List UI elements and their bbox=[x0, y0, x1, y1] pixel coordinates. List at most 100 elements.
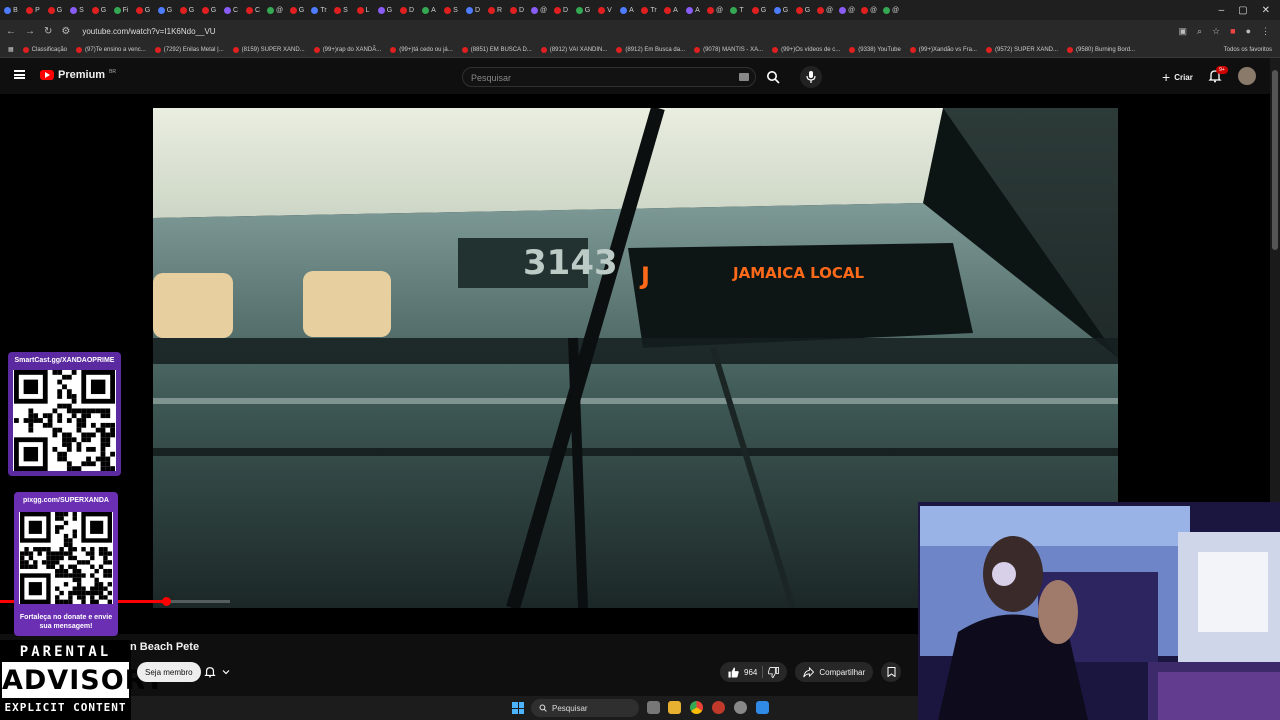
bookmark-item[interactable]: (99+)tá cedo ou já... bbox=[390, 46, 453, 53]
browser-tab[interactable]: G bbox=[792, 2, 814, 18]
thumbs-down-icon[interactable] bbox=[768, 666, 780, 678]
create-button[interactable]: + Criar bbox=[1156, 68, 1199, 86]
browser-tab[interactable]: T bbox=[726, 2, 748, 18]
browser-tab[interactable]: G bbox=[770, 2, 792, 18]
maximize-icon[interactable]: ▢ bbox=[1238, 5, 1247, 16]
bookmark-item[interactable]: (9580) Burning Bord... bbox=[1067, 46, 1135, 53]
avatar[interactable] bbox=[1238, 67, 1256, 85]
browser-tab[interactable]: A bbox=[660, 2, 682, 18]
browser-tab[interactable]: L bbox=[352, 2, 374, 18]
browser-tab[interactable]: C bbox=[220, 2, 242, 18]
bookmark-item[interactable]: (9338) YouTube bbox=[849, 46, 901, 53]
browser-tab[interactable]: @ bbox=[836, 2, 858, 18]
progress-scrubber[interactable] bbox=[161, 597, 171, 606]
extension-icon[interactable]: ■ bbox=[1230, 26, 1235, 37]
windows-start-icon[interactable] bbox=[512, 702, 524, 714]
search-button[interactable] bbox=[762, 67, 784, 87]
join-member-button[interactable]: Seja membro bbox=[137, 662, 201, 682]
bookmark-item[interactable]: (9078) MANTIS - XA... bbox=[694, 46, 763, 53]
parental-advisory-label: PARENTAL ADVISORY EXPLICIT CONTENT bbox=[0, 640, 165, 720]
browser-tab[interactable]: G bbox=[44, 2, 66, 18]
browser-tab[interactable]: G bbox=[198, 2, 220, 18]
browser-tab[interactable]: A bbox=[418, 2, 440, 18]
browser-tab[interactable]: G bbox=[154, 2, 176, 18]
settings-icon[interactable] bbox=[734, 701, 747, 714]
back-icon[interactable]: ← bbox=[6, 26, 16, 37]
browser-tab[interactable]: G bbox=[176, 2, 198, 18]
install-icon[interactable]: ▣ bbox=[1178, 26, 1187, 37]
browser-tab[interactable]: V bbox=[594, 2, 616, 18]
bookmark-item[interactable]: (97)Te ensino a venc... bbox=[76, 46, 146, 53]
search-input[interactable] bbox=[463, 69, 723, 87]
browser-tab[interactable]: P bbox=[22, 2, 44, 18]
bookmark-item[interactable]: Classificação bbox=[22, 46, 67, 53]
share-button[interactable]: Compartilhar bbox=[795, 662, 874, 682]
reload-icon[interactable]: ↻ bbox=[44, 26, 52, 37]
forward-icon[interactable]: → bbox=[25, 26, 35, 37]
voice-search-button[interactable] bbox=[800, 66, 822, 88]
browser-tab[interactable]: S bbox=[330, 2, 352, 18]
taskbar-search[interactable]: Pesquisar bbox=[531, 699, 639, 717]
browser-tab[interactable]: G bbox=[374, 2, 396, 18]
browser-tab[interactable]: G bbox=[572, 2, 594, 18]
menu-icon[interactable] bbox=[14, 70, 25, 79]
like-button[interactable]: 964 bbox=[728, 666, 757, 678]
bookmark-item[interactable]: (8912) Em Busca da... bbox=[616, 46, 685, 53]
bookmark-item[interactable]: (99+)rap do XANDÃ... bbox=[313, 46, 381, 53]
browser-tab[interactable]: A bbox=[682, 2, 704, 18]
youtube-logo[interactable]: Premium BR bbox=[40, 69, 116, 81]
browser-tab[interactable]: G bbox=[748, 2, 770, 18]
browser-tab[interactable]: @ bbox=[880, 2, 902, 18]
minimize-icon[interactable]: – bbox=[1219, 5, 1225, 16]
task-view-icon[interactable] bbox=[647, 701, 660, 714]
browser-tab[interactable]: @ bbox=[264, 2, 286, 18]
browser-tab[interactable]: Tr bbox=[308, 2, 330, 18]
browser-tab[interactable]: D bbox=[462, 2, 484, 18]
browser-tab[interactable]: B bbox=[0, 2, 22, 18]
browser-tab[interactable]: D bbox=[506, 2, 528, 18]
tab-favicon-icon bbox=[620, 6, 628, 14]
app-icon-blue[interactable] bbox=[756, 701, 769, 714]
file-explorer-icon[interactable] bbox=[668, 701, 681, 714]
scrollbar-thumb[interactable] bbox=[1272, 70, 1278, 250]
bookmark-item[interactable]: (99+)Xandão vs Fra... bbox=[909, 46, 977, 53]
chrome-icon[interactable] bbox=[690, 701, 703, 714]
bookmark-item[interactable]: (99+)Os vídeos de c... bbox=[772, 46, 840, 53]
browser-tab[interactable]: G bbox=[88, 2, 110, 18]
all-favorites[interactable]: Todos os favoritos bbox=[1224, 47, 1280, 53]
bookmark-item[interactable]: (9572) SUPER XAND... bbox=[985, 46, 1058, 53]
browser-tab[interactable]: Tr bbox=[638, 2, 660, 18]
keyboard-icon[interactable] bbox=[739, 73, 749, 81]
bookmark-item[interactable]: (8912) VAI XANDIN... bbox=[540, 46, 607, 53]
zoom-icon[interactable]: ⌕ bbox=[1197, 26, 1202, 37]
app-icon[interactable] bbox=[712, 701, 725, 714]
browser-tab[interactable]: A bbox=[616, 2, 638, 18]
browser-tab[interactable]: D bbox=[550, 2, 572, 18]
subscription-bell-button[interactable] bbox=[204, 662, 240, 682]
site-info-icon[interactable]: ⚙ bbox=[61, 26, 70, 37]
url-field[interactable]: youtube.com/watch?v=I1K6Ndo__VU bbox=[82, 27, 215, 36]
browser-tab[interactable]: @ bbox=[704, 2, 726, 18]
menu-icon[interactable]: ⋮ bbox=[1261, 26, 1270, 37]
browser-tab[interactable]: R bbox=[484, 2, 506, 18]
tab-label: G bbox=[188, 6, 195, 14]
profile-icon[interactable]: ● bbox=[1246, 26, 1251, 37]
close-icon[interactable]: ✕ bbox=[1262, 5, 1270, 16]
browser-tab[interactable]: @ bbox=[814, 2, 836, 18]
browser-tab[interactable]: S bbox=[66, 2, 88, 18]
apps-icon[interactable]: ▦ bbox=[8, 46, 14, 53]
star-icon[interactable]: ☆ bbox=[1212, 26, 1220, 37]
browser-tab[interactable]: G bbox=[286, 2, 308, 18]
browser-tab[interactable]: @ bbox=[858, 2, 880, 18]
bookmark-item[interactable]: (7292) Enilas Metal |... bbox=[154, 46, 224, 53]
browser-tab[interactable]: S bbox=[440, 2, 462, 18]
browser-tab[interactable]: D bbox=[396, 2, 418, 18]
browser-tab[interactable]: Fi bbox=[110, 2, 132, 18]
browser-tab[interactable]: C bbox=[242, 2, 264, 18]
browser-tab[interactable]: @ bbox=[528, 2, 550, 18]
save-button[interactable] bbox=[881, 662, 902, 682]
bookmark-item[interactable]: (8851) EM BUSCA D... bbox=[461, 46, 532, 53]
bookmark-item[interactable]: (8159) SUPER XAND... bbox=[232, 46, 305, 53]
browser-tab[interactable]: G bbox=[132, 2, 154, 18]
bookmark-favicon-icon bbox=[694, 46, 701, 53]
